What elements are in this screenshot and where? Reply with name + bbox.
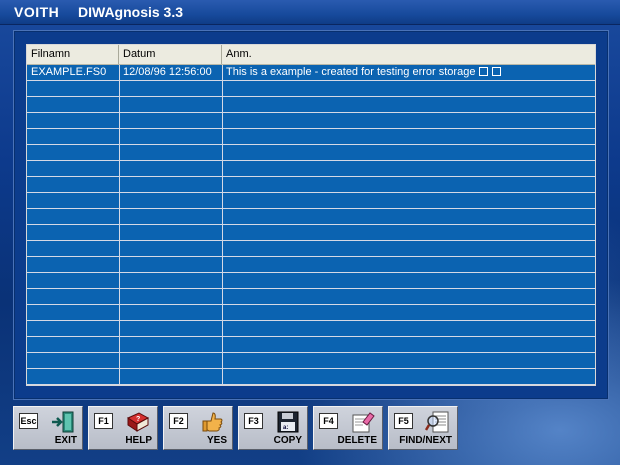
table-row-empty[interactable] (27, 241, 595, 257)
square-glyph-icon (479, 67, 489, 76)
svg-text:a:: a: (283, 425, 288, 431)
table-row-empty[interactable] (27, 209, 595, 225)
help-label: HELP (125, 435, 152, 446)
delete-label: DELETE (337, 435, 377, 446)
exit-door-icon (52, 411, 74, 433)
eraser-icon (352, 412, 375, 433)
copy-label: COPY (273, 435, 302, 446)
table-row-empty[interactable] (27, 257, 595, 273)
cell-filename: EXAMPLE.FS0 (31, 66, 107, 78)
key-badge: F5 (394, 413, 413, 429)
brand-logo: VOITH (14, 4, 60, 20)
yes-label: YES (206, 435, 227, 446)
cell-date: 12/08/96 12:56:00 (123, 66, 212, 78)
cell-note-text: This is a example - created for testing … (226, 66, 476, 78)
help-button[interactable]: F1 ? HELP (88, 406, 158, 450)
table-row[interactable]: EXAMPLE.FS0 12/08/96 12:56:00 This is a … (27, 65, 595, 81)
table-row-empty[interactable] (27, 337, 595, 353)
table-row-empty[interactable] (27, 81, 595, 97)
column-header-note[interactable]: Anm. (222, 45, 595, 64)
help-book-icon: ? (126, 412, 150, 432)
floppy-disk-icon: a: (277, 411, 299, 433)
find-next-label: FIND/NEXT (399, 435, 452, 446)
key-badge: F2 (169, 413, 188, 429)
key-badge: Esc (19, 413, 38, 429)
copy-button[interactable]: F3 a: COPY (238, 406, 308, 450)
key-badge: F1 (94, 413, 113, 429)
table-row-empty[interactable] (27, 289, 595, 305)
column-header-date[interactable]: Datum (119, 45, 222, 64)
magnifier-document-icon (425, 411, 449, 433)
delete-button[interactable]: F4 DELETE (313, 406, 383, 450)
table-row-empty[interactable] (27, 145, 595, 161)
square-glyph-icon (492, 67, 502, 76)
table-row-empty[interactable] (27, 321, 595, 337)
exit-label: EXIT (54, 435, 77, 446)
table-row-empty[interactable] (27, 113, 595, 129)
key-badge: F3 (244, 413, 263, 429)
table-row-empty[interactable] (27, 225, 595, 241)
app-title: DIWAgnosis 3.3 (78, 4, 184, 20)
table-header: Filnamn Datum Anm. (27, 45, 595, 65)
cell-note: This is a example - created for testing … (222, 65, 502, 80)
exit-button[interactable]: Esc EXIT (13, 406, 83, 450)
table-row-empty[interactable] (27, 273, 595, 289)
title-bar: VOITH DIWAgnosis 3.3 (0, 0, 620, 25)
column-header-filename[interactable]: Filnamn (27, 45, 119, 64)
table-row-empty[interactable] (27, 177, 595, 193)
table-row-empty[interactable] (27, 193, 595, 209)
function-key-toolbar: Esc EXIT F1 ? HELP F2 YES F3 a: COPY F4 … (13, 406, 463, 451)
svg-text:?: ? (136, 416, 140, 423)
file-list-panel: Filnamn Datum Anm. EXAMPLE.FS0 12/08/96 … (13, 30, 609, 400)
file-table[interactable]: Filnamn Datum Anm. EXAMPLE.FS0 12/08/96 … (26, 44, 596, 386)
key-badge: F4 (319, 413, 338, 429)
thumbs-up-icon (202, 412, 223, 432)
table-row-empty[interactable] (27, 97, 595, 113)
find-next-button[interactable]: F5 FIND/NEXT (388, 406, 458, 450)
yes-button[interactable]: F2 YES (163, 406, 233, 450)
table-row-empty[interactable] (27, 305, 595, 321)
table-row-empty[interactable] (27, 369, 595, 385)
table-row-empty[interactable] (27, 353, 595, 369)
table-row-empty[interactable] (27, 129, 595, 145)
table-row-empty[interactable] (27, 161, 595, 177)
